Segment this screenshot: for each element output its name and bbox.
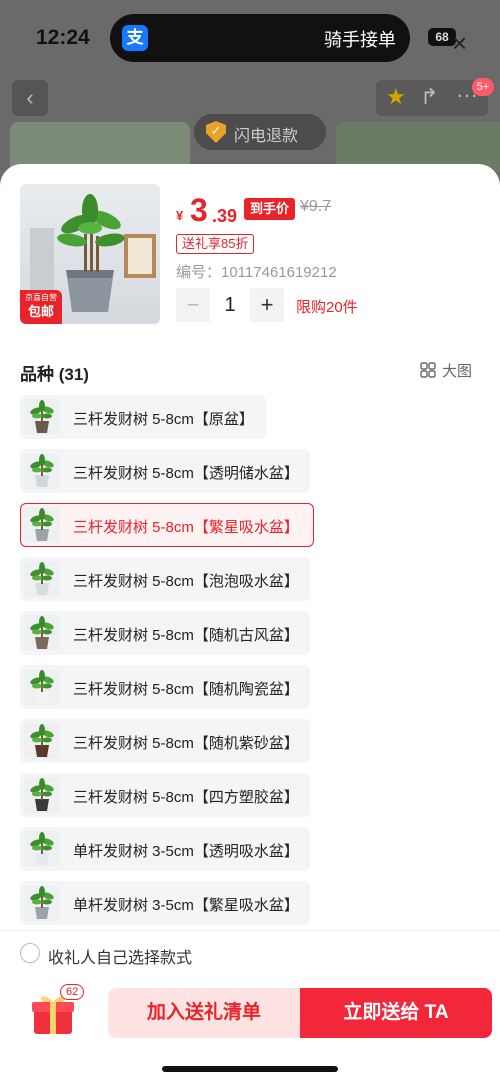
purchase-limit: 限购20件 bbox=[296, 299, 358, 316]
variety-option[interactable]: 三杆发财树 5-8cm【透明储水盆】 bbox=[20, 449, 310, 493]
price-currency: ¥ bbox=[176, 208, 184, 223]
variety-option-image bbox=[24, 399, 60, 435]
cart-badge: 5+ bbox=[472, 78, 494, 96]
price-integer: 3 bbox=[190, 192, 208, 228]
variety-option-label: 三杆发财树 5-8cm【泡泡吸水盆】 bbox=[73, 573, 299, 590]
gift-list-count: 62 bbox=[60, 984, 85, 1000]
variety-option-image bbox=[24, 723, 60, 759]
price-decimal: .39 bbox=[212, 206, 238, 226]
variety-heading: 品种 (31) bbox=[20, 365, 89, 384]
increase-button[interactable]: + bbox=[250, 288, 284, 322]
variety-option-label: 三杆发财树 5-8cm【随机陶瓷盆】 bbox=[73, 681, 299, 698]
share-icon[interactable]: ↱ bbox=[420, 84, 438, 110]
gift-discount-tag: 送礼享85折 bbox=[176, 234, 255, 254]
live-activity-text: 骑手接单 bbox=[324, 30, 396, 50]
big-picture-toggle[interactable]: 大图 bbox=[420, 360, 472, 381]
variety-option-label: 三杆发财树 5-8cm【随机古风盆】 bbox=[73, 627, 299, 644]
alipay-icon: 支 bbox=[122, 25, 148, 51]
variety-option-label: 单杆发财树 3-5cm【透明吸水盆】 bbox=[73, 843, 299, 860]
variety-option[interactable]: 三杆发财树 5-8cm【随机陶瓷盆】 bbox=[20, 665, 310, 709]
variety-option-label: 三杆发财树 5-8cm【四方塑胶盆】 bbox=[73, 789, 299, 806]
original-price: ¥9.7 bbox=[300, 198, 332, 215]
variety-option[interactable]: 三杆发财树 5-8cm【繁星吸水盆】 bbox=[20, 503, 314, 547]
variety-option-label: 三杆发财树 5-8cm【随机紫砂盆】 bbox=[73, 735, 299, 752]
final-price-tag: 到手价 bbox=[244, 198, 296, 220]
decrease-button[interactable]: − bbox=[176, 288, 210, 322]
dynamic-island[interactable]: 支 骑手接单 bbox=[110, 14, 410, 62]
variety-option-image bbox=[24, 615, 60, 651]
clock: 12:24 bbox=[36, 26, 90, 49]
shield-check-icon: ✓ bbox=[206, 121, 226, 143]
variety-option-label: 三杆发财树 5-8cm【透明储水盆】 bbox=[73, 465, 299, 482]
variety-option[interactable]: 三杆发财树 5-8cm【四方塑胶盆】 bbox=[20, 773, 310, 817]
variety-option-image bbox=[24, 507, 60, 543]
variety-option-image bbox=[24, 453, 60, 489]
variety-option[interactable]: 三杆发财树 5-8cm【随机紫砂盆】 bbox=[20, 719, 310, 763]
flash-refund-label: 闪电退款 bbox=[234, 128, 299, 145]
status-bar: 12:24 支 骑手接单 68 bbox=[0, 0, 500, 70]
favorite-icon[interactable]: ★ bbox=[386, 84, 406, 110]
variety-option-image bbox=[24, 561, 60, 597]
variety-option-image bbox=[24, 831, 60, 867]
variety-option-image bbox=[24, 885, 60, 921]
divider bbox=[0, 930, 500, 931]
close-icon[interactable]: × bbox=[452, 30, 467, 56]
variety-option-label: 单杆发财树 3-5cm【繁星吸水盆】 bbox=[73, 897, 299, 914]
variety-option-image bbox=[24, 777, 60, 813]
variety-option[interactable]: 单杆发财树 3-5cm【繁星吸水盆】 bbox=[20, 881, 310, 925]
recipient-choice-radio[interactable] bbox=[20, 943, 40, 963]
quantity-value[interactable]: 1 bbox=[210, 288, 250, 322]
product-sku: 编号：10117461619212 bbox=[176, 264, 337, 281]
variety-option[interactable]: 三杆发财树 5-8cm【原盆】 bbox=[20, 395, 266, 439]
variety-option[interactable]: 三杆发财树 5-8cm【随机古风盆】 bbox=[20, 611, 310, 655]
variety-option-image bbox=[24, 669, 60, 705]
add-to-gift-list-button[interactable]: 加入送礼清单 bbox=[108, 988, 300, 1038]
variety-option[interactable]: 单杆发财树 3-5cm【透明吸水盆】 bbox=[20, 827, 310, 871]
product-thumbnail[interactable]: 京喜自营 包邮 bbox=[20, 184, 160, 324]
home-indicator[interactable] bbox=[162, 1066, 338, 1072]
send-now-button[interactable]: 立即送给 TA bbox=[300, 988, 492, 1038]
flash-refund-badge: ✓ 闪电退款 bbox=[194, 114, 326, 150]
variety-option[interactable]: 三杆发财树 5-8cm【泡泡吸水盆】 bbox=[20, 557, 310, 601]
back-icon[interactable]: ‹ bbox=[12, 80, 48, 116]
free-shipping-badge: 京喜自营 包邮 bbox=[20, 290, 62, 324]
big-picture-label: 大图 bbox=[442, 363, 473, 380]
sku-selection-sheet: 京喜自营 包邮 ¥ 3 .39 到手价 ¥9.7 送礼享85折 编号：10117… bbox=[0, 164, 500, 1084]
grid-icon bbox=[420, 362, 436, 378]
variety-option-label: 三杆发财树 5-8cm【原盆】 bbox=[73, 411, 254, 428]
recipient-choice-label[interactable]: 收礼人自己选择款式 bbox=[48, 944, 192, 968]
variety-option-label: 三杆发财树 5-8cm【繁星吸水盆】 bbox=[73, 519, 299, 536]
